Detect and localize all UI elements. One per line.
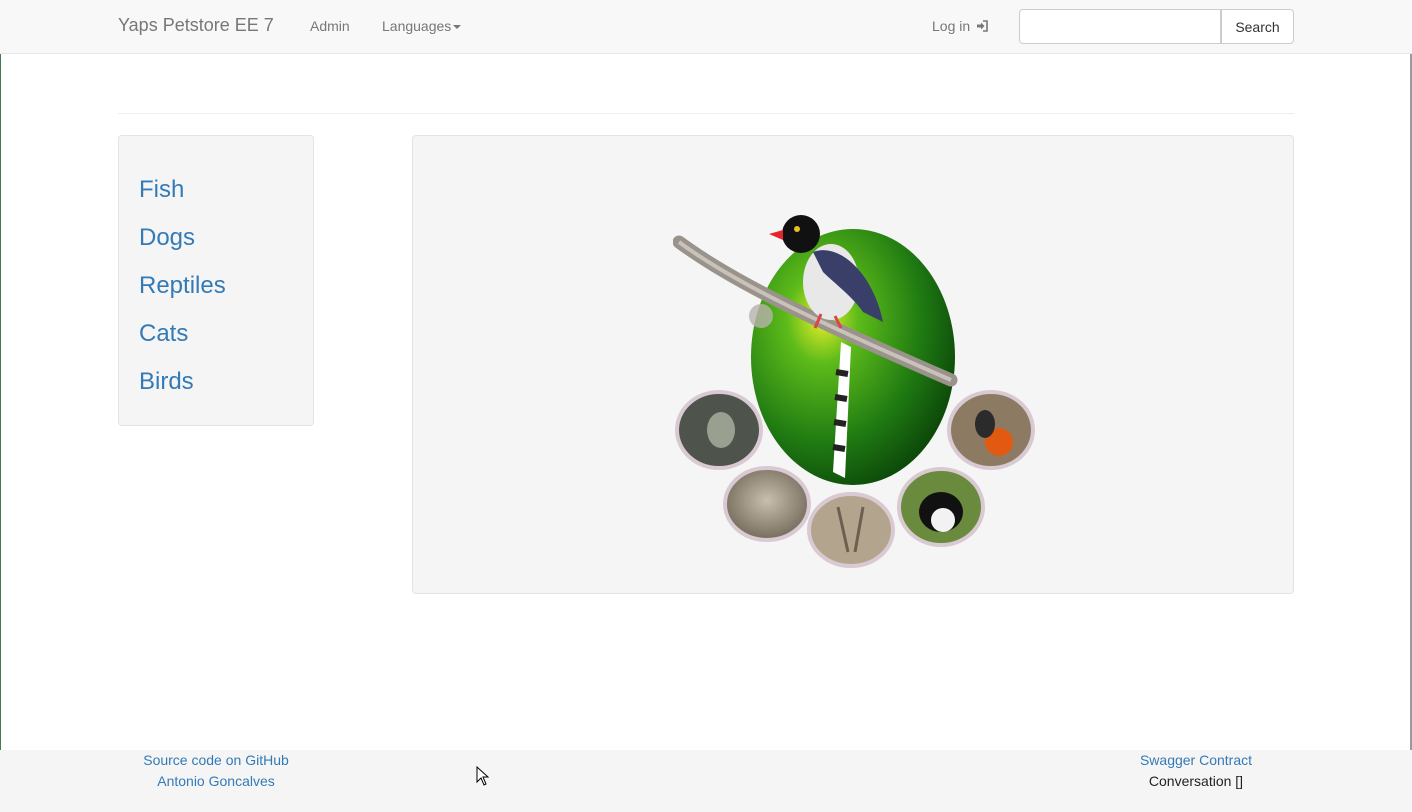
sign-in-icon bbox=[977, 20, 988, 32]
author-link[interactable]: Antonio Goncalves bbox=[141, 773, 291, 789]
navbar: Yaps Petstore EE 7 Admin Languages Log i… bbox=[0, 0, 1412, 54]
bubble-cat bbox=[897, 467, 985, 547]
languages-dropdown[interactable]: Languages bbox=[382, 18, 462, 34]
bubble-bird-parrot bbox=[947, 390, 1035, 470]
nav-admin-link[interactable]: Admin bbox=[310, 18, 350, 34]
bubble-fish bbox=[807, 492, 895, 568]
hero-panel bbox=[412, 135, 1294, 594]
mouse-pointer-icon bbox=[476, 766, 490, 786]
languages-label: Languages bbox=[382, 18, 452, 34]
login-label: Log in bbox=[932, 18, 971, 34]
search-button[interactable]: Search bbox=[1221, 9, 1294, 44]
github-source-link[interactable]: Source code on GitHub bbox=[141, 752, 291, 768]
bubble-reptile bbox=[675, 390, 763, 470]
page-divider bbox=[118, 113, 1294, 114]
swagger-contract-link[interactable]: Swagger Contract bbox=[1126, 752, 1266, 768]
category-sidebar: Fish Dogs Reptiles Cats Birds bbox=[118, 135, 314, 426]
category-link-reptiles[interactable]: Reptiles bbox=[139, 272, 226, 300]
category-link-fish[interactable]: Fish bbox=[139, 176, 184, 204]
footer: Source code on GitHub Antonio Goncalves … bbox=[0, 750, 1412, 812]
category-link-birds[interactable]: Birds bbox=[139, 368, 194, 396]
bubble-dog bbox=[723, 466, 811, 542]
caret-down-icon bbox=[453, 25, 462, 30]
category-link-cats[interactable]: Cats bbox=[139, 320, 188, 348]
petstore-hero-image bbox=[673, 215, 1035, 568]
brand-link[interactable]: Yaps Petstore EE 7 bbox=[118, 15, 274, 36]
login-link[interactable]: Log in bbox=[932, 18, 988, 34]
category-link-dogs[interactable]: Dogs bbox=[139, 224, 195, 252]
search-input[interactable] bbox=[1019, 9, 1221, 44]
conversation-status: Conversation [] bbox=[1148, 773, 1244, 789]
